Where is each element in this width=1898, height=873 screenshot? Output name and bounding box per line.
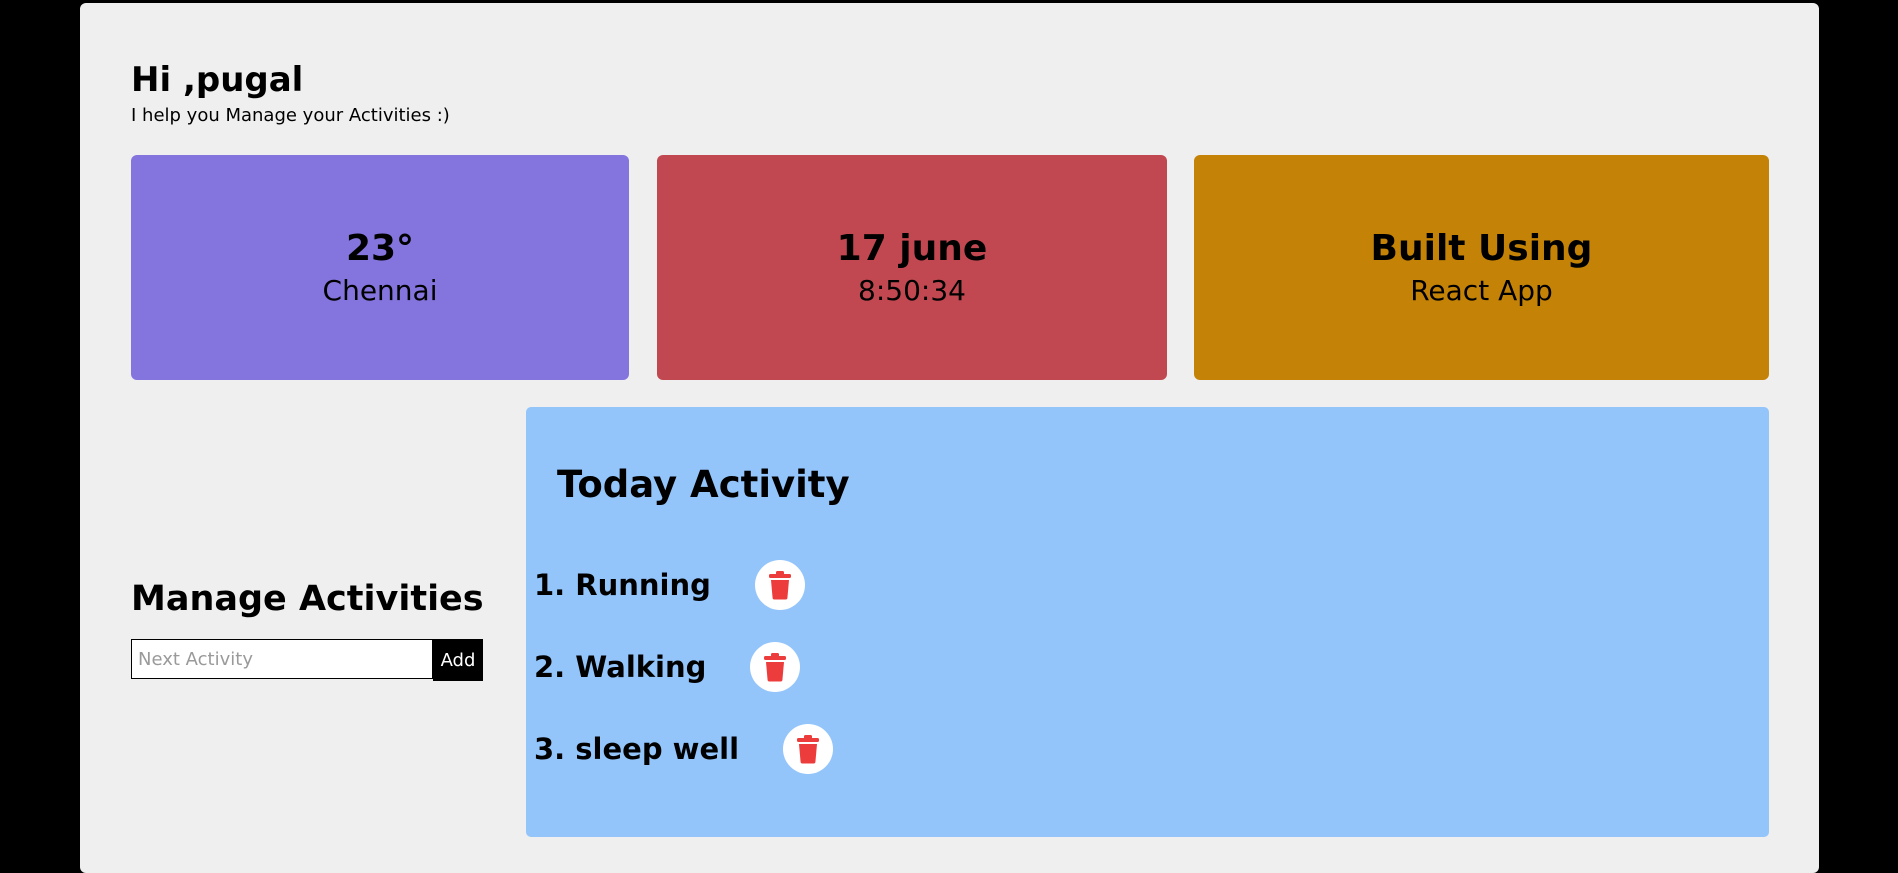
next-activity-input[interactable] [131, 639, 433, 679]
manage-title: Manage Activities [131, 579, 484, 619]
date: 17 june [836, 227, 988, 269]
built-title: Built Using [1370, 227, 1593, 269]
subtitle: I help you Manage your Activities :) [131, 105, 450, 126]
activity-item: 1. Running [534, 559, 805, 611]
built-tech: React App [1410, 273, 1553, 307]
activity-item: 2. Walking [534, 641, 801, 693]
activity-label: 2. Walking [534, 650, 707, 684]
today-title: Today Activity [557, 463, 850, 506]
add-button[interactable]: Add [433, 639, 483, 681]
activity-label: 1. Running [534, 568, 711, 602]
time: 8:50:34 [858, 273, 966, 307]
trash-icon [768, 571, 791, 600]
add-activity-form: Add [131, 639, 484, 681]
activity-item: 3. sleep well [534, 723, 834, 775]
greeting: Hi ,pugal [131, 60, 304, 100]
trash-icon [797, 735, 820, 764]
weather-card: 23° Chennai [131, 155, 629, 380]
delete-activity-button[interactable] [754, 560, 805, 610]
manage-section: Manage Activities Add [131, 577, 484, 681]
activity-label: 3. sleep well [534, 732, 740, 766]
delete-activity-button[interactable] [783, 724, 834, 774]
date-card: 17 june 8:50:34 [657, 155, 1167, 380]
built-card: Built Using React App [1194, 155, 1769, 380]
trash-icon [764, 653, 787, 682]
city: Chennai [322, 273, 438, 307]
app-container: Hi ,pugal I help you Manage your Activit… [80, 3, 1819, 873]
delete-activity-button[interactable] [750, 642, 801, 692]
header: Hi ,pugal I help you Manage your Activit… [131, 55, 450, 127]
today-activity-panel: Today Activity 1. Running 2. Walking 3. … [526, 407, 1769, 837]
temperature: 23° [345, 227, 415, 269]
